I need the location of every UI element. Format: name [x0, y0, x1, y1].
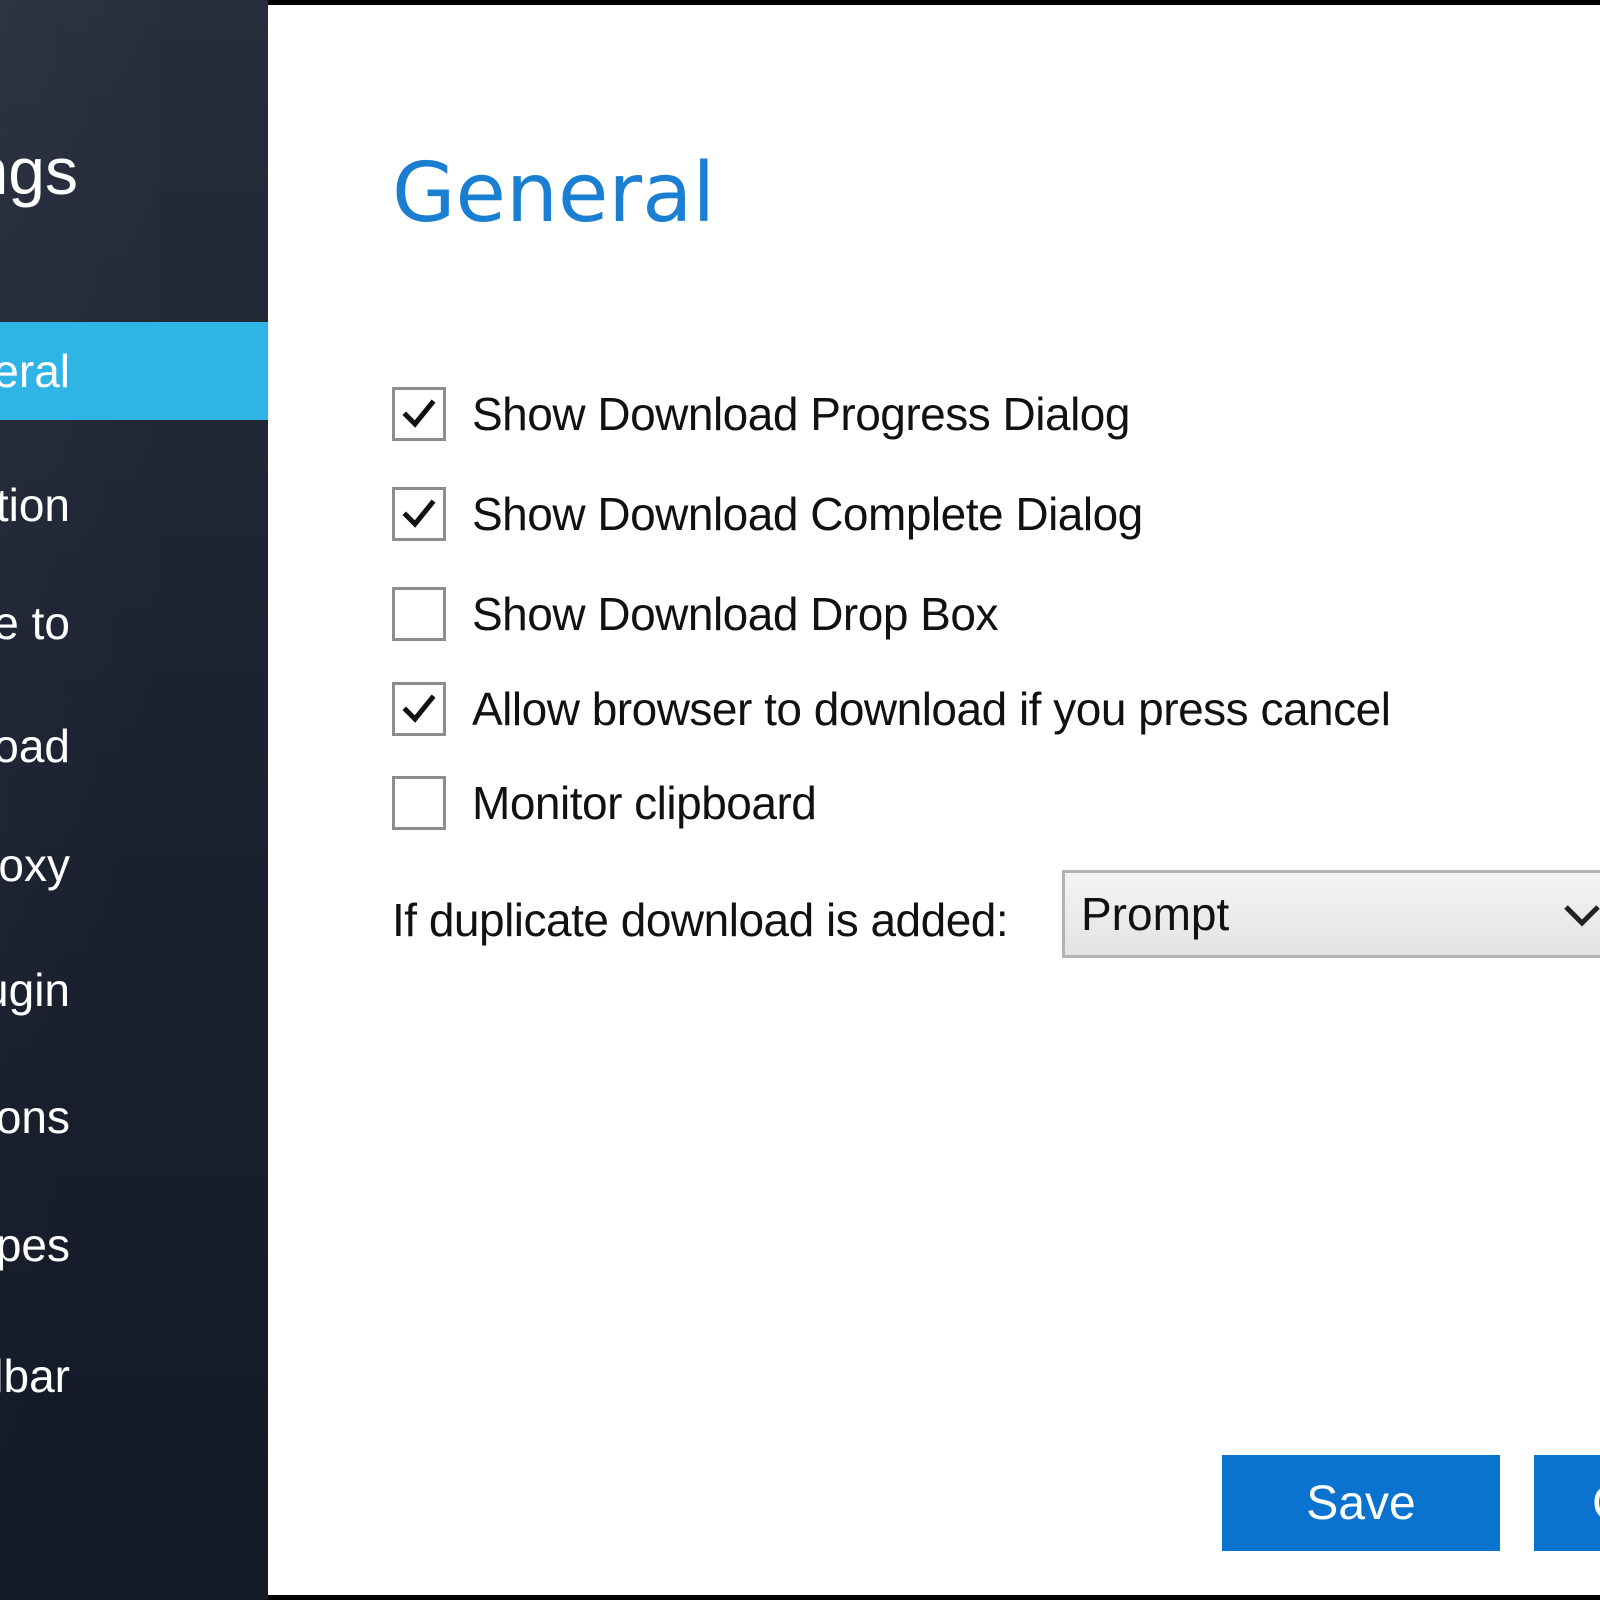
sidebar-item-label: Connection: [0, 479, 70, 531]
option-monitor-clipboard[interactable]: Monitor clipboard: [392, 773, 817, 833]
sidebar-item-label: Toolbar: [0, 1350, 70, 1402]
sidebar-item-label: Exceptions: [0, 1091, 70, 1143]
checkbox[interactable]: [392, 682, 446, 736]
option-label: Show Download Progress Dialog: [472, 388, 1130, 440]
sidebar-item-connection[interactable]: Connection: [0, 456, 268, 554]
option-show-progress-dialog[interactable]: Show Download Progress Dialog: [392, 384, 1130, 444]
sidebar-item-browser-plugin[interactable]: Browser Plugin: [0, 941, 268, 1039]
sidebar-item-general[interactable]: General: [0, 322, 268, 420]
check-icon: [402, 694, 436, 723]
checkbox[interactable]: [392, 487, 446, 541]
check-icon: [402, 499, 436, 528]
sidebar-item-label: Browser Plugin: [0, 964, 70, 1016]
page-title: General: [392, 146, 716, 241]
option-allow-browser-download[interactable]: Allow browser to download if you press c…: [392, 679, 1391, 739]
checkbox[interactable]: [392, 776, 446, 830]
option-label: Allow browser to download if you press c…: [472, 683, 1391, 735]
sidebar-item-file-types[interactable]: File types: [0, 1196, 268, 1294]
sidebar-item-label: File types: [0, 1219, 70, 1271]
option-label: Monitor clipboard: [472, 777, 817, 829]
sidebar-item-label: Proxy: [0, 839, 70, 891]
option-show-drop-box[interactable]: Show Download Drop Box: [392, 584, 998, 644]
option-label: Show Download Drop Box: [472, 588, 998, 640]
settings-window: Settings General Connection Save to Down…: [0, 0, 1600, 1600]
sidebar-item-toolbar[interactable]: Toolbar: [0, 1327, 268, 1425]
settings-content: General Show Download Progress Dialog Sh…: [268, 5, 1600, 1595]
check-icon: [402, 399, 436, 428]
sidebar-title: Settings: [0, 134, 78, 208]
sidebar-item-save-to[interactable]: Save to: [0, 574, 268, 672]
chevron-down-icon: [1564, 905, 1600, 927]
sidebar-item-label: Download: [0, 720, 70, 772]
sidebar-item-label: Save to: [0, 597, 70, 649]
duplicate-download-label: If duplicate download is added:: [392, 894, 1009, 946]
checkbox[interactable]: [392, 587, 446, 641]
sidebar-item-exceptions[interactable]: Exceptions: [0, 1068, 268, 1166]
duplicate-download-select[interactable]: Prompt: [1062, 870, 1600, 958]
option-show-complete-dialog[interactable]: Show Download Complete Dialog: [392, 484, 1143, 544]
cancel-button[interactable]: Cancel: [1534, 1455, 1600, 1551]
sidebar-item-label: General: [0, 345, 70, 397]
save-button[interactable]: Save: [1222, 1455, 1500, 1551]
option-label: Show Download Complete Dialog: [472, 488, 1143, 540]
checkbox[interactable]: [392, 387, 446, 441]
sidebar: Settings General Connection Save to Down…: [0, 0, 268, 1600]
sidebar-item-download[interactable]: Download: [0, 697, 268, 795]
sidebar-item-proxy[interactable]: Proxy: [0, 816, 268, 914]
duplicate-download-value: Prompt: [1081, 888, 1230, 940]
